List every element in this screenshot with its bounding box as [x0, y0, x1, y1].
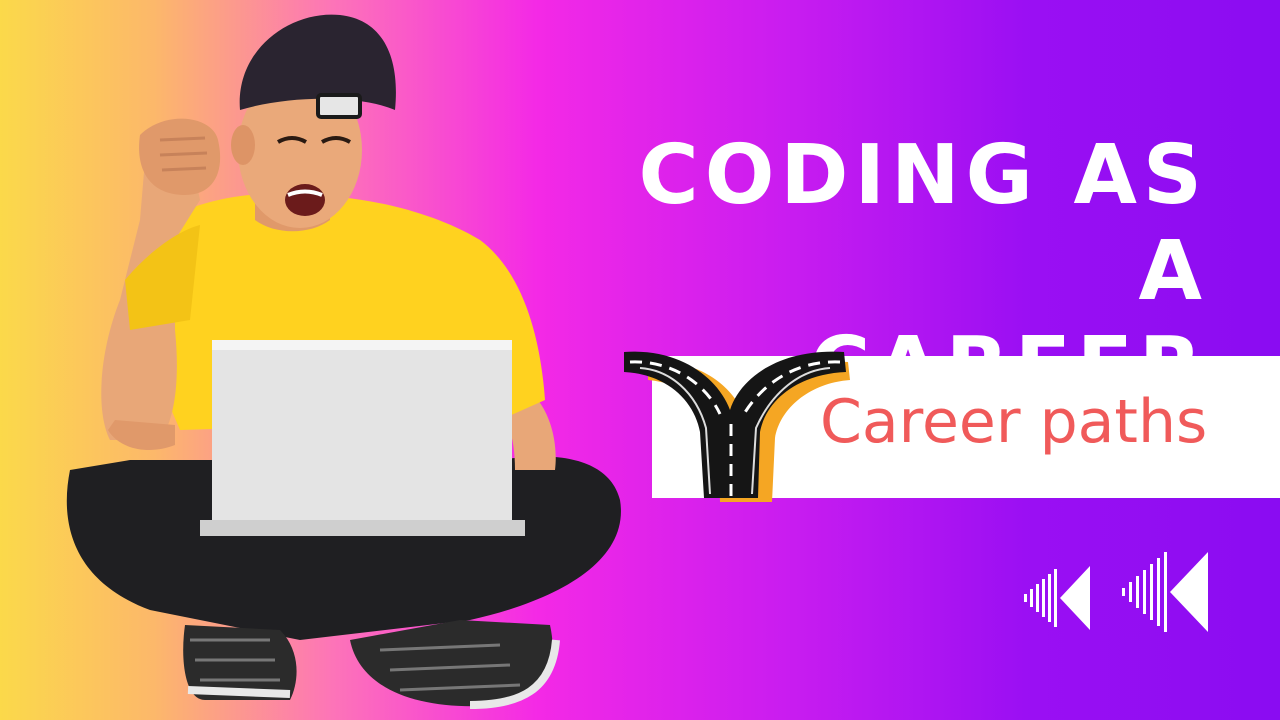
thumbnail-canvas: Coding as a Career Career paths [0, 0, 1280, 720]
headline-line1: Coding as a [638, 128, 1208, 319]
banner-label: Career paths [820, 387, 1208, 457]
rewind-icon [1024, 566, 1090, 630]
forked-road-icon [624, 351, 850, 502]
rewind-icon [1122, 552, 1208, 632]
person-with-laptop [66, 14, 621, 709]
